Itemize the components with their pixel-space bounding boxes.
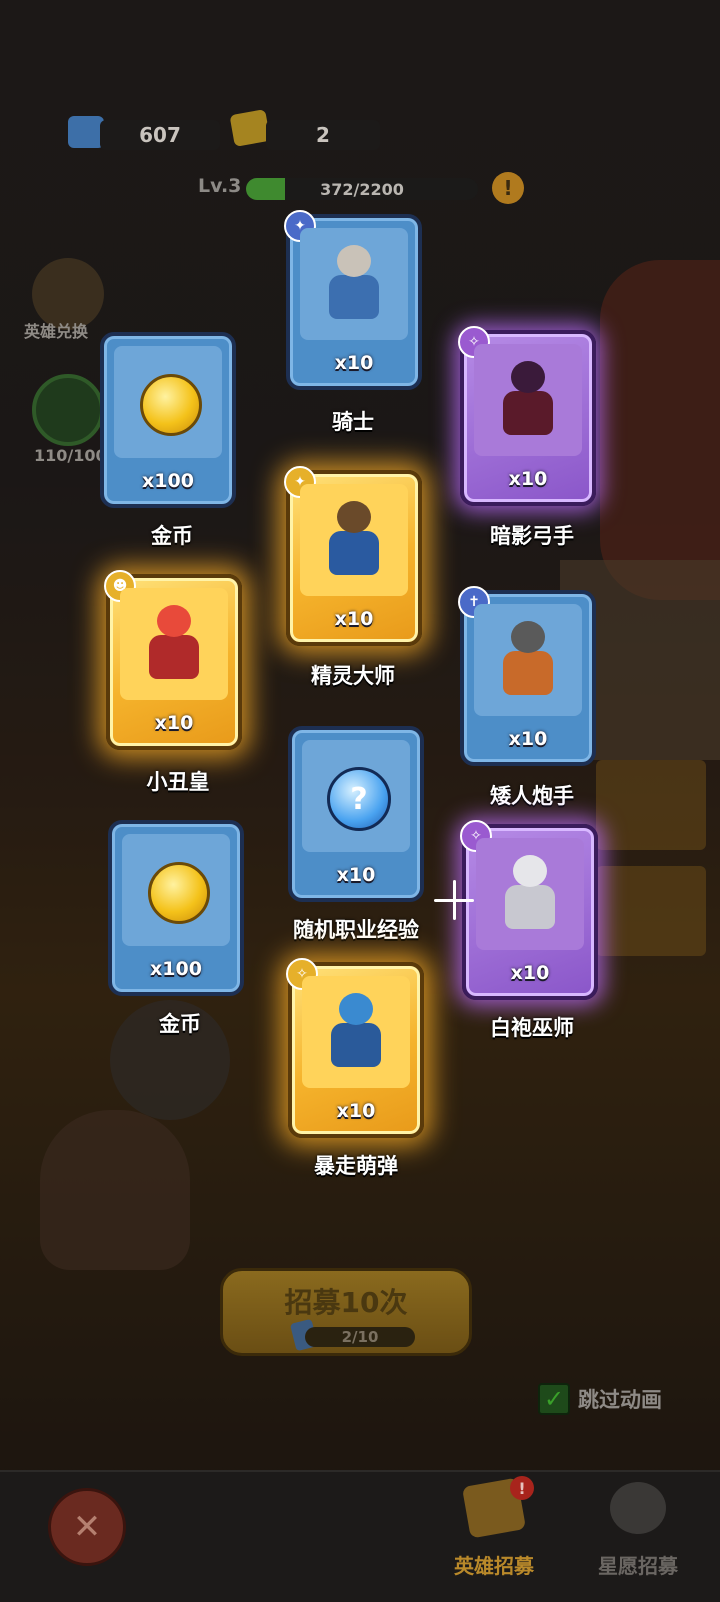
reward-quantity: x100 [150, 958, 202, 980]
gold-coin-icon [140, 374, 202, 436]
reward-name: 精灵大师 [311, 664, 395, 688]
tab-wish-recruit[interactable]: 星愿招募 [568, 1478, 708, 1588]
reward-card-coin[interactable]: x100 [100, 332, 236, 508]
background-hero [40, 1110, 190, 1270]
gunner-character-icon [317, 989, 395, 1075]
reward-name: 骑士 [332, 410, 374, 434]
reward-name: 暗影弓手 [490, 524, 574, 548]
alert-badge: ! [510, 1476, 534, 1500]
gold-coin-icon [148, 862, 210, 924]
progress-button[interactable] [32, 374, 104, 446]
gem-icon[interactable] [68, 116, 104, 148]
reward-name: 金币 [159, 1012, 201, 1036]
reward-name: 随机职业经验 [293, 918, 419, 942]
ticket-count: 2 [266, 120, 380, 150]
question-orb-icon: ? [327, 767, 391, 831]
reward-name: 小丑皇 [146, 770, 210, 794]
reward-card-orb[interactable]: ? x10 [288, 726, 424, 902]
reward-quantity: x10 [334, 352, 374, 374]
skip-animation-label: 跳过动画 [578, 1388, 662, 1412]
progress-label: 110/100 [34, 446, 107, 465]
card-art-frame [474, 604, 582, 716]
character-body [503, 651, 553, 695]
reward-card-dwarf[interactable]: ✝ x10 [458, 586, 596, 766]
character-body [505, 885, 555, 929]
checkbox-checked-icon[interactable]: ✓ [538, 1383, 570, 1415]
sparkle-effect [434, 880, 474, 920]
card-art-frame [300, 484, 408, 596]
card-art-frame [474, 344, 582, 456]
card-art-frame [120, 588, 228, 700]
reward-card-gunner[interactable]: ✧ x10 [286, 958, 424, 1138]
elf-character-icon [315, 497, 393, 583]
reward-name: 暴走萌弹 [314, 1154, 398, 1178]
character-head [511, 361, 545, 393]
character-head [337, 501, 371, 533]
character-body [329, 275, 379, 319]
character-head [513, 855, 547, 887]
dwarf-character-icon [489, 617, 567, 703]
tab-label: 英雄招募 [454, 1554, 534, 1578]
skip-animation-toggle[interactable]: ✓ 跳过动画 [538, 1383, 662, 1415]
clown-character-icon [135, 601, 213, 687]
tab-label: 星愿招募 [598, 1554, 678, 1578]
character-head [157, 605, 191, 637]
reward-card-knight[interactable]: ✦ x10 [284, 210, 422, 390]
card-art-frame [300, 228, 408, 340]
reward-quantity: x100 [142, 470, 194, 492]
warning-icon[interactable]: ! [492, 172, 524, 204]
wizard-character-icon [491, 851, 569, 937]
card-art-frame [302, 976, 410, 1088]
reward-quantity: x10 [508, 468, 548, 490]
card-art-frame [114, 346, 222, 458]
reward-quantity: x10 [154, 712, 194, 734]
reward-name: 金币 [151, 524, 193, 548]
gem-count: 607 [100, 120, 220, 150]
reward-quantity: x10 [334, 608, 374, 630]
xp-text: 372/2200 [320, 179, 404, 199]
reward-name: 白袍巫师 [490, 1016, 574, 1040]
reward-card-elf[interactable]: ✦ x10 [284, 466, 422, 646]
reward-quantity: x10 [336, 1100, 376, 1122]
character-head [339, 993, 373, 1025]
character-head [511, 621, 545, 653]
reward-quantity: x10 [508, 728, 548, 750]
reward-quantity: x10 [510, 962, 550, 984]
xp-bar: 372/2200 [246, 178, 478, 200]
character-body [331, 1023, 381, 1067]
recruit-label: 招募10次 [284, 1286, 408, 1319]
recruit-count: 2/10 [305, 1327, 415, 1347]
character-body [329, 531, 379, 575]
recruit-10-button[interactable]: 招募10次 2/10 [220, 1268, 472, 1356]
reward-name: 矮人炮手 [490, 784, 574, 808]
side-card-offer[interactable] [596, 866, 706, 956]
reward-card-coin[interactable]: x100 [108, 820, 244, 996]
card-art-frame [476, 838, 584, 950]
reward-card-archer[interactable]: ✧ x10 [458, 326, 596, 506]
knight-character-icon [315, 241, 393, 327]
character-head [337, 245, 371, 277]
reward-card-wizard[interactable]: ✧ x10 [460, 820, 598, 1000]
archer-character-icon [489, 357, 567, 443]
character-body [503, 391, 553, 435]
card-art-frame [122, 834, 230, 946]
character-body [149, 635, 199, 679]
reward-card-clown[interactable]: ☻ x10 [104, 570, 242, 750]
wish-recruit-icon [610, 1482, 666, 1534]
ticket-icon[interactable] [229, 109, 271, 147]
close-button[interactable]: ✕ [48, 1488, 126, 1566]
player-level: Lv.3 [198, 175, 242, 197]
tab-hero-recruit[interactable]: ! 英雄招募 [424, 1476, 564, 1588]
reward-quantity: x10 [336, 864, 376, 886]
hero-exchange-label: 英雄兑换 [24, 322, 89, 341]
card-art-frame: ? [302, 740, 410, 852]
